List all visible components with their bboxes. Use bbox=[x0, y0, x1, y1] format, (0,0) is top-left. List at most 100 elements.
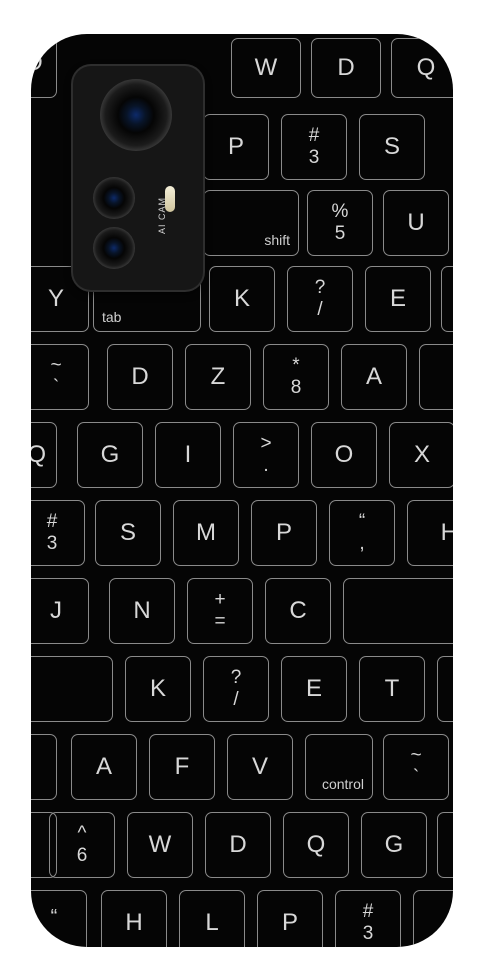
key: G bbox=[361, 812, 427, 878]
key: W bbox=[231, 38, 301, 98]
key-stack: ~ ` bbox=[31, 355, 88, 399]
key-label: I bbox=[184, 441, 192, 468]
key-label: Z bbox=[210, 363, 226, 390]
key: I bbox=[155, 422, 221, 488]
key: O bbox=[311, 422, 377, 488]
key-label-bottom: . bbox=[263, 455, 269, 476]
key-label: D bbox=[31, 49, 43, 76]
key-label-bottom: / bbox=[233, 689, 239, 710]
key-stack: >. bbox=[234, 433, 298, 477]
key-label: X bbox=[413, 441, 430, 468]
key-label: shift bbox=[264, 232, 290, 248]
key: E bbox=[365, 266, 431, 332]
key-label: D bbox=[337, 54, 355, 81]
key-label: F bbox=[420, 365, 453, 389]
key-label-top: + bbox=[214, 589, 226, 610]
key: G bbox=[77, 422, 143, 488]
key-label-bottom: 3 bbox=[362, 923, 374, 944]
key-label: P bbox=[281, 909, 298, 936]
key: P bbox=[203, 114, 269, 180]
key-label-top: ? bbox=[314, 277, 326, 298]
camera-module: AI CAM bbox=[73, 66, 203, 290]
key-label: T bbox=[384, 675, 400, 702]
key-label: K bbox=[149, 675, 166, 702]
key-label: Q bbox=[31, 441, 46, 468]
key-label: C bbox=[289, 597, 307, 624]
key-label-top: ^ bbox=[77, 823, 87, 844]
key-label: A bbox=[365, 363, 382, 390]
key-stack: ? / bbox=[288, 277, 352, 321]
key bbox=[437, 656, 453, 722]
key-label-bottom: 3 bbox=[46, 533, 58, 554]
key-label: V bbox=[251, 753, 268, 780]
key-label: N bbox=[133, 597, 151, 624]
key-label: H bbox=[125, 909, 143, 936]
key-stack: + = bbox=[188, 589, 252, 633]
key: K bbox=[125, 656, 191, 722]
key-stack: #3 bbox=[282, 125, 346, 169]
key: >. bbox=[233, 422, 299, 488]
key: control bbox=[305, 734, 373, 800]
camera-lens-icon bbox=[93, 177, 135, 219]
key: S bbox=[359, 114, 425, 180]
key: D bbox=[311, 38, 381, 98]
key-label-top: ~ bbox=[50, 355, 62, 376]
key-label: L bbox=[205, 909, 219, 936]
key: #3 bbox=[281, 114, 347, 180]
key bbox=[441, 266, 453, 332]
key-label: Y bbox=[47, 285, 64, 312]
key: P bbox=[257, 890, 323, 947]
camera-lens-icon bbox=[93, 227, 135, 269]
key: U bbox=[383, 190, 449, 256]
key-label-top: > bbox=[260, 433, 272, 454]
key: * 8 bbox=[263, 344, 329, 410]
key-stack: ~ ` bbox=[384, 745, 448, 789]
key-stack: “, bbox=[330, 511, 394, 555]
key: F bbox=[419, 344, 453, 410]
key: M bbox=[173, 500, 239, 566]
key-label: “ bbox=[50, 906, 58, 928]
key: X bbox=[389, 422, 453, 488]
key bbox=[413, 890, 453, 947]
key-label: J bbox=[50, 597, 62, 624]
key: T bbox=[359, 656, 425, 722]
key-label: tab bbox=[102, 309, 122, 325]
key bbox=[31, 656, 113, 722]
key: E bbox=[281, 656, 347, 722]
key: ? / bbox=[287, 266, 353, 332]
key-stack: #3 bbox=[336, 901, 400, 945]
key: K bbox=[209, 266, 275, 332]
key-stack: * 8 bbox=[264, 355, 328, 399]
key-stack: ^ 6 bbox=[50, 823, 114, 867]
key: % 5 bbox=[307, 190, 373, 256]
key: J bbox=[31, 578, 89, 644]
key: Q bbox=[31, 422, 57, 488]
key-stack: % 5 bbox=[308, 201, 372, 245]
key-stack: ? / bbox=[204, 667, 268, 711]
key: V bbox=[227, 734, 293, 800]
key-label: S bbox=[383, 133, 400, 160]
key-label: control bbox=[321, 776, 364, 792]
key: W bbox=[127, 812, 193, 878]
key-label: D bbox=[229, 831, 247, 858]
key: H bbox=[407, 500, 453, 566]
key: D bbox=[31, 34, 57, 98]
key: Z bbox=[185, 344, 251, 410]
key-label: A bbox=[95, 753, 112, 780]
key: Q bbox=[283, 812, 349, 878]
key: ~ ` bbox=[383, 734, 449, 800]
key-label-bottom: / bbox=[317, 299, 323, 320]
key: ? / bbox=[203, 656, 269, 722]
key: A bbox=[71, 734, 137, 800]
key: H bbox=[101, 890, 167, 947]
key-label-top: ~ bbox=[410, 745, 422, 766]
key-label: H bbox=[440, 519, 453, 546]
key-label: Q bbox=[306, 831, 326, 858]
key-label-bottom: 3 bbox=[308, 147, 320, 168]
key: L bbox=[179, 890, 245, 947]
key-label-top: * bbox=[292, 355, 300, 376]
key-label: K bbox=[233, 285, 250, 312]
key-label-bottom: ` bbox=[412, 767, 420, 788]
key-label: O bbox=[334, 441, 354, 468]
key: N bbox=[109, 578, 175, 644]
